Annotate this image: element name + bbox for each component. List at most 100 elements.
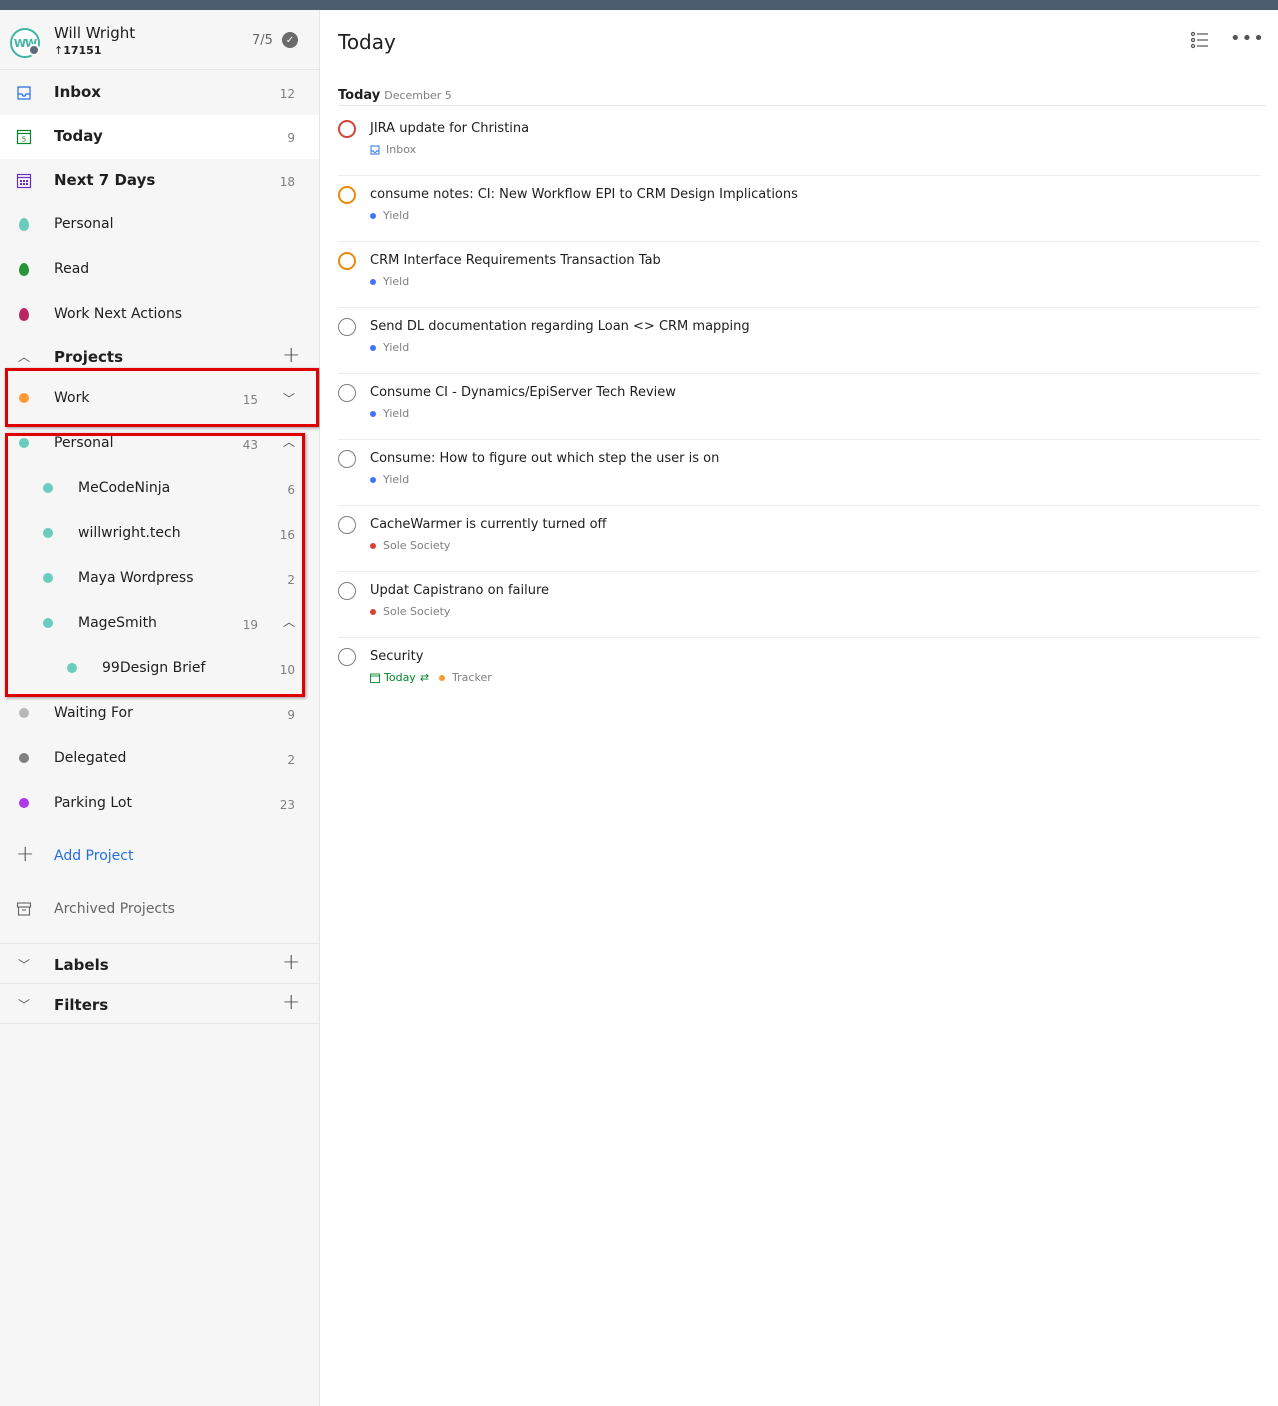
- chevron-up-icon[interactable]: ︿: [18, 348, 30, 365]
- view-options-icon[interactable]: [1190, 30, 1210, 50]
- project-waiting-for[interactable]: Waiting For 9: [0, 692, 319, 736]
- task-project[interactable]: Yield: [383, 341, 409, 354]
- task-title[interactable]: CacheWarmer is currently turned off: [370, 517, 607, 532]
- project-mecodeninja-count: 6: [287, 483, 295, 497]
- filters-heading: Filters: [54, 996, 109, 1014]
- project-magesmith-label: MageSmith: [78, 615, 157, 631]
- filter-work-next-actions-label: Work Next Actions: [54, 306, 183, 322]
- chevron-up-icon[interactable]: ︿: [283, 613, 295, 630]
- chevron-down-icon[interactable]: ﹀: [18, 996, 30, 1013]
- filter-read[interactable]: Read: [0, 248, 319, 292]
- project-99design-brief[interactable]: 99Design Brief 10: [0, 647, 319, 691]
- add-filter-plus-icon[interactable]: +: [282, 992, 300, 1014]
- chevron-up-icon[interactable]: ︿: [283, 433, 295, 450]
- task-title[interactable]: Consume CI - Dynamics/EpiServer Tech Rev…: [370, 385, 676, 400]
- task-item[interactable]: Consume: How to figure out which step th…: [338, 440, 1260, 506]
- project-work[interactable]: Work 15 ﹀: [0, 377, 319, 421]
- project-delegated[interactable]: Delegated 2: [0, 737, 319, 781]
- add-label-plus-icon[interactable]: +: [282, 952, 300, 974]
- add-project-button[interactable]: + Add Project: [0, 835, 319, 879]
- task-project[interactable]: Inbox: [386, 143, 416, 156]
- due-date[interactable]: Today ⇄: [370, 671, 429, 684]
- project-color-dot: [370, 608, 376, 615]
- nav-today[interactable]: 5 Today 9: [0, 115, 319, 159]
- task-checkbox[interactable]: [338, 120, 356, 138]
- archived-projects-label: Archived Projects: [54, 901, 175, 917]
- nav-next-7-days-label: Next 7 Days: [54, 171, 156, 189]
- task-item[interactable]: CRM Interface Requirements Transaction T…: [338, 242, 1260, 308]
- project-waiting-for-count: 9: [287, 708, 295, 722]
- task-item[interactable]: JIRA update for Christina Inbox: [338, 110, 1260, 176]
- nav-inbox-count: 12: [279, 87, 295, 101]
- add-project-plus-icon[interactable]: +: [282, 345, 300, 367]
- user-header[interactable]: WW Will Wright ↑17151 7/5 ✓: [0, 10, 319, 70]
- task-project[interactable]: Yield: [383, 407, 409, 420]
- task-title[interactable]: CRM Interface Requirements Transaction T…: [370, 253, 661, 268]
- task-item[interactable]: Updat Capistrano on failure Sole Society: [338, 572, 1260, 638]
- project-parking-lot[interactable]: Parking Lot 23: [0, 782, 319, 826]
- project-color-dot: [370, 344, 376, 351]
- task-item[interactable]: Consume CI - Dynamics/EpiServer Tech Rev…: [338, 374, 1260, 440]
- filter-personal[interactable]: Personal: [0, 203, 319, 247]
- task-project[interactable]: Yield: [383, 209, 409, 222]
- task-title[interactable]: consume notes: CI: New Workflow EPI to C…: [370, 187, 798, 202]
- project-color-dot: [439, 674, 446, 681]
- filter-work-next-actions[interactable]: Work Next Actions: [0, 293, 319, 337]
- check-circle-icon[interactable]: ✓: [282, 32, 298, 48]
- project-willwright-tech-count: 16: [279, 528, 295, 542]
- daily-goal[interactable]: 7/5: [252, 33, 273, 48]
- task-title[interactable]: Security: [370, 649, 423, 664]
- nav-inbox[interactable]: Inbox 12: [0, 71, 319, 115]
- projects-header[interactable]: ︿ Projects +: [0, 336, 319, 380]
- task-project[interactable]: Sole Society: [383, 539, 450, 552]
- task-checkbox[interactable]: [338, 582, 356, 600]
- task-project[interactable]: Yield: [383, 473, 409, 486]
- task-title[interactable]: Send DL documentation regarding Loan <> …: [370, 319, 750, 334]
- project-color-dot: [67, 663, 77, 673]
- task-checkbox[interactable]: [338, 384, 356, 402]
- task-checkbox[interactable]: [338, 318, 356, 336]
- task-checkbox[interactable]: [338, 516, 356, 534]
- more-options-icon[interactable]: •••: [1230, 28, 1265, 49]
- archived-projects-button[interactable]: Archived Projects: [0, 888, 319, 932]
- task-meta: Sole Society: [370, 539, 450, 552]
- filters-header[interactable]: ﹀ Filters +: [0, 984, 319, 1023]
- task-item[interactable]: Security Today ⇄ Tracker: [338, 638, 1260, 704]
- task-checkbox[interactable]: [338, 252, 356, 270]
- project-color-dot: [370, 542, 376, 549]
- project-color-dot: [43, 483, 53, 493]
- project-maya-wordpress[interactable]: Maya Wordpress 2: [0, 557, 319, 601]
- project-color-dot: [370, 476, 376, 483]
- droplet-icon: [19, 308, 29, 321]
- chevron-down-icon[interactable]: ﹀: [283, 390, 295, 407]
- droplet-icon: [19, 263, 29, 276]
- task-project[interactable]: Yield: [383, 275, 409, 288]
- task-item[interactable]: consume notes: CI: New Workflow EPI to C…: [338, 176, 1260, 242]
- project-willwright-tech[interactable]: willwright.tech 16: [0, 512, 319, 556]
- project-color-dot: [43, 618, 53, 628]
- task-title[interactable]: JIRA update for Christina: [370, 121, 529, 136]
- task-title[interactable]: Updat Capistrano on failure: [370, 583, 549, 598]
- project-magesmith[interactable]: MageSmith 19 ︿: [0, 602, 319, 646]
- task-meta: Today ⇄ Tracker: [370, 671, 492, 684]
- project-personal[interactable]: Personal 43 ︿: [0, 422, 319, 466]
- chevron-down-icon[interactable]: ﹀: [18, 956, 30, 973]
- task-checkbox[interactable]: [338, 186, 356, 204]
- avatar-badge: [28, 44, 40, 56]
- task-item[interactable]: Send DL documentation regarding Loan <> …: [338, 308, 1260, 374]
- labels-header[interactable]: ﹀ Labels +: [0, 944, 319, 983]
- project-color-dot: [19, 708, 29, 718]
- project-personal-count: 43: [242, 438, 258, 452]
- task-title[interactable]: Consume: How to figure out which step th…: [370, 451, 719, 466]
- task-checkbox[interactable]: [338, 648, 356, 666]
- add-project-label: Add Project: [54, 848, 134, 864]
- filter-read-label: Read: [54, 261, 90, 277]
- project-mecodeninja[interactable]: MeCodeNinja 6: [0, 467, 319, 511]
- nav-next-7-days[interactable]: Next 7 Days 18: [0, 159, 319, 203]
- task-project[interactable]: Sole Society: [383, 605, 450, 618]
- task-item[interactable]: CacheWarmer is currently turned off Sole…: [338, 506, 1260, 572]
- window-top-bar: [0, 0, 1278, 10]
- task-checkbox[interactable]: [338, 450, 356, 468]
- nav-today-label: Today: [54, 127, 103, 145]
- task-project[interactable]: Tracker: [452, 671, 492, 684]
